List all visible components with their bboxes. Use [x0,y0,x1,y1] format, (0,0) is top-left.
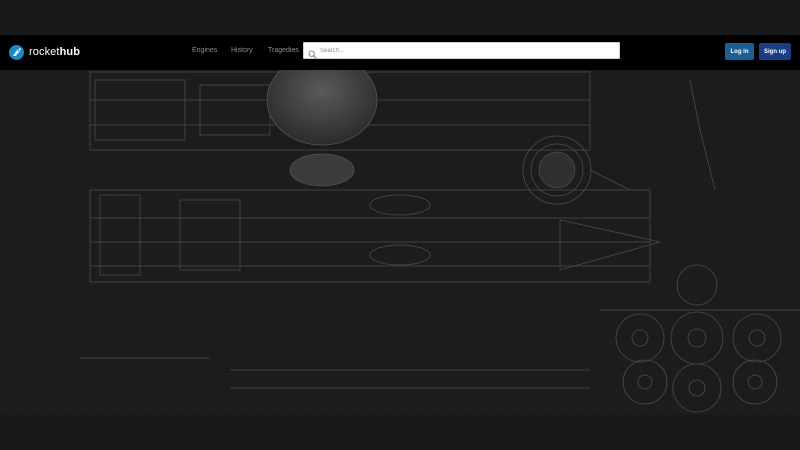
search-input[interactable] [320,44,610,57]
navbar: rockethub Engines History Tragedies Log … [0,35,800,70]
brand-name-bold: hub [59,46,81,58]
cursor-icon [572,35,578,53]
blueprint-illustration [0,70,800,415]
brand-name: rockethub [29,46,80,58]
nav-link-history[interactable]: History [231,47,253,54]
search-icon [308,46,317,64]
login-button[interactable]: Log in [725,43,754,60]
nav-link-tragedies[interactable]: Tragedies [268,47,299,54]
top-margin [0,0,800,35]
rocket-icon [9,44,24,60]
rocket-blueprint-background [0,70,800,415]
site-logo[interactable]: rockethub [9,43,80,61]
nav-link-engines[interactable]: Engines [192,47,217,54]
signup-button[interactable]: Sign up [759,43,791,60]
bottom-margin [0,415,800,450]
brand-name-light: rocket [29,46,60,58]
